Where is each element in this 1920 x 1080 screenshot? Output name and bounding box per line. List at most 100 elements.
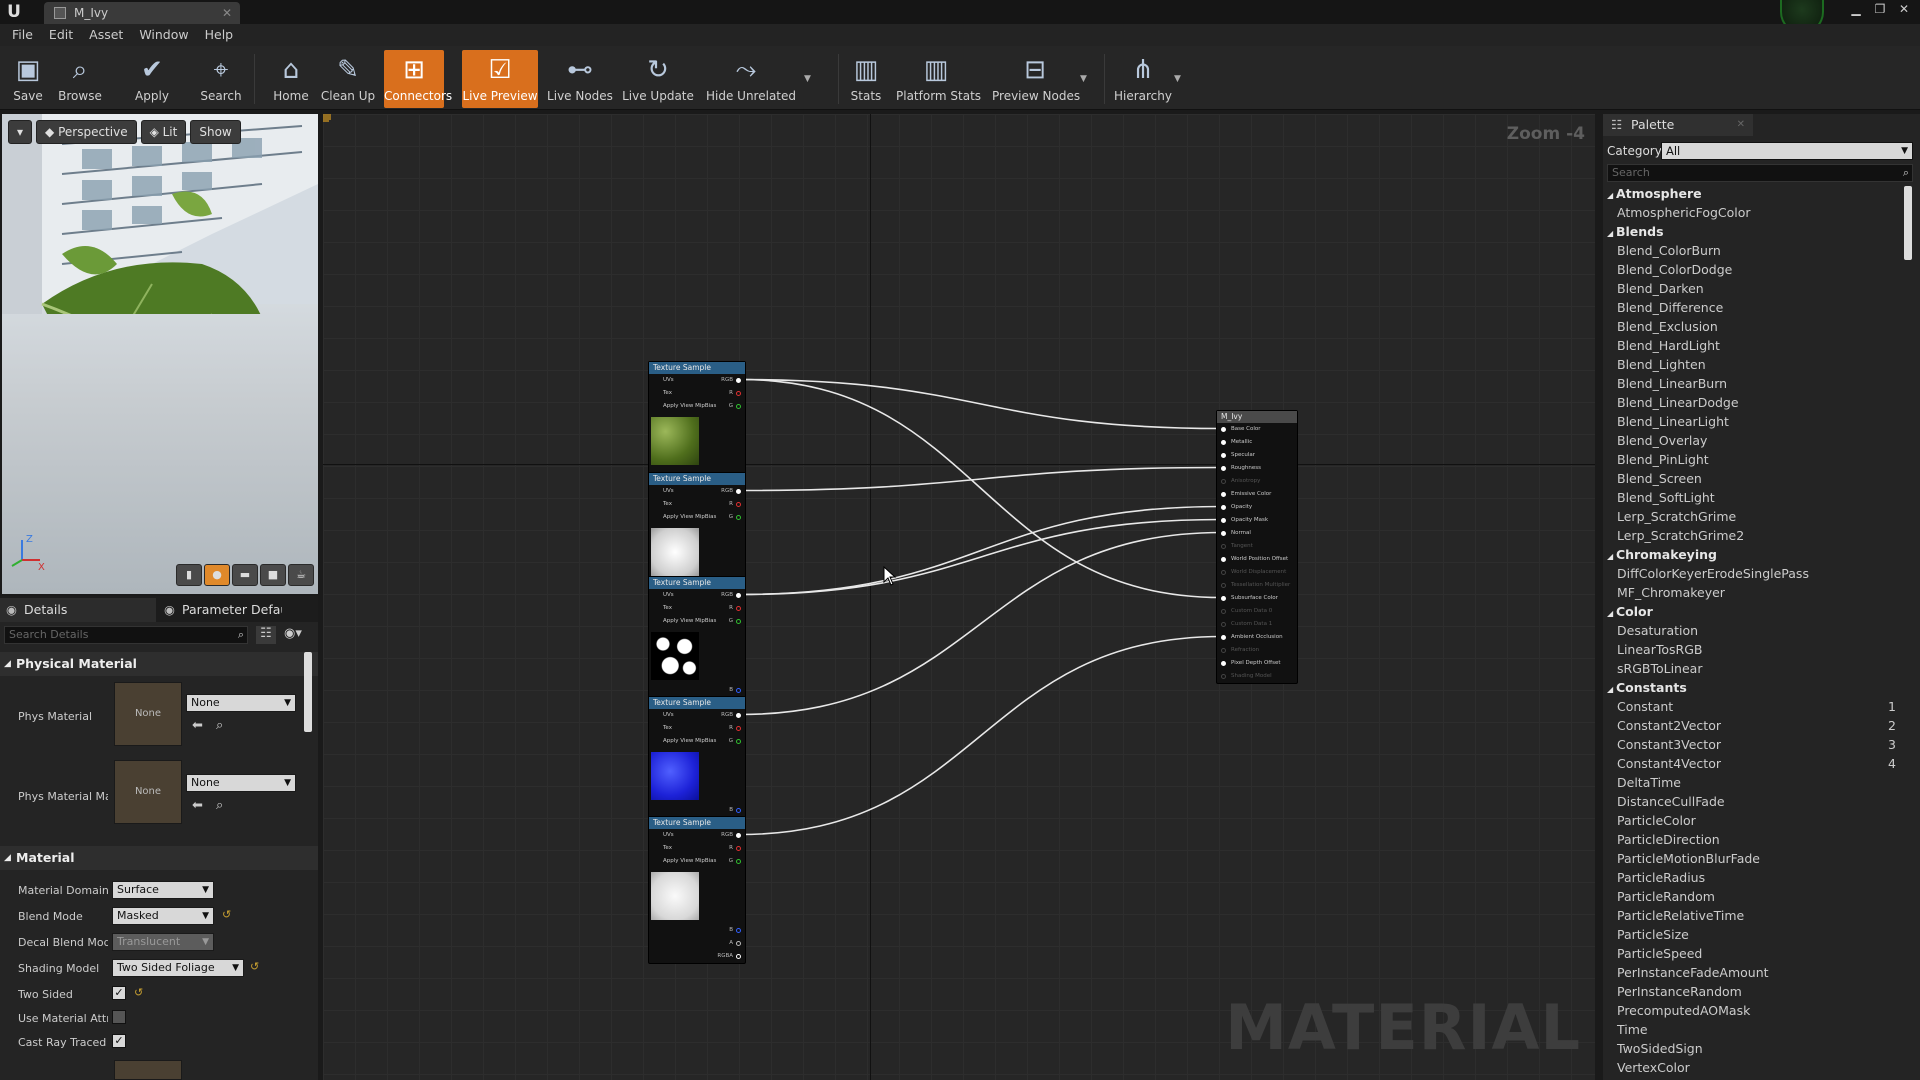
decal-blend-mode-combo[interactable]: Translucent ▼: [112, 933, 214, 951]
node-wire[interactable]: [739, 466, 1223, 492]
palette-item[interactable]: Blend_SoftLight: [1603, 488, 1908, 507]
palette-category[interactable]: ◢ Chromakeying: [1603, 545, 1908, 564]
material-input-pin[interactable]: World Displacement: [1217, 566, 1297, 579]
save-button[interactable]: ▣ Save: [10, 50, 46, 108]
output-pin-icon[interactable]: [736, 378, 741, 383]
node-pin[interactable]: Apply View MipBias G: [649, 735, 745, 748]
cylinder-preview-icon[interactable]: ▮: [176, 564, 202, 586]
node-pin[interactable]: Tex R: [649, 842, 745, 855]
plane-preview-icon[interactable]: ▬: [232, 564, 258, 586]
reset-to-default-icon[interactable]: ↺: [222, 908, 231, 921]
phys-material-mask-combo[interactable]: None ▼: [186, 774, 296, 792]
live-update-button[interactable]: ↻ Live Update: [620, 50, 696, 108]
phys-material-thumbnail[interactable]: None: [114, 682, 182, 746]
input-pin-icon[interactable]: [1221, 492, 1226, 497]
material-input-pin[interactable]: Base Color: [1217, 423, 1297, 436]
palette-item[interactable]: ParticleSize: [1603, 925, 1908, 944]
palette-item[interactable]: Blend_Difference: [1603, 298, 1908, 317]
input-pin-icon[interactable]: [1221, 596, 1226, 601]
input-pin-icon[interactable]: [1221, 661, 1226, 666]
material-input-pin[interactable]: Custom Data 0: [1217, 605, 1297, 618]
node-pin[interactable]: UVs RGB: [649, 589, 745, 602]
connectors-button[interactable]: ⊞ Connectors: [384, 50, 452, 108]
hierarchy-dropdown-icon[interactable]: ▼: [1174, 74, 1181, 84]
node-pin[interactable]: Apply View MipBias G: [649, 615, 745, 628]
input-pin-icon[interactable]: [1221, 479, 1226, 484]
palette-category[interactable]: ◢ Constants: [1603, 678, 1908, 697]
material-input-pin[interactable]: Custom Data 1: [1217, 618, 1297, 631]
node-pin[interactable]: UVs RGB: [649, 709, 745, 722]
menu-item-file[interactable]: File: [4, 24, 41, 46]
material-input-pin[interactable]: Pixel Depth Offset: [1217, 657, 1297, 670]
input-pin-icon[interactable]: [1221, 427, 1226, 432]
palette-category[interactable]: ◢ Atmosphere: [1603, 184, 1908, 203]
output-pin-icon[interactable]: [736, 391, 741, 396]
material-input-pin[interactable]: Subsurface Color: [1217, 592, 1297, 605]
palette-item[interactable]: Blend_Darken: [1603, 279, 1908, 298]
palette-item[interactable]: Constant3Vector 3: [1603, 735, 1908, 754]
category-combo[interactable]: All ▼: [1661, 142, 1913, 160]
browse-asset-icon[interactable]: ⌕: [216, 718, 223, 733]
stats-button[interactable]: ▥ Stats: [846, 50, 886, 108]
node-pin[interactable]: Tex R: [649, 602, 745, 615]
material-input-pin[interactable]: Tessellation Multiplier: [1217, 579, 1297, 592]
palette-item[interactable]: ParticleRelativeTime: [1603, 906, 1908, 925]
material-domain-combo[interactable]: Surface ▼: [112, 881, 214, 899]
material-input-pin[interactable]: Shading Model: [1217, 670, 1297, 683]
menu-item-help[interactable]: Help: [197, 24, 242, 46]
search-button[interactable]: ⌖ Search: [198, 50, 244, 108]
palette-item[interactable]: AtmosphericFogColor: [1603, 203, 1908, 222]
details-search-input[interactable]: Search Details ⌕: [4, 626, 248, 644]
preview-nodes-button[interactable]: ⊟ Preview Nodes: [992, 50, 1080, 108]
viewport-menu-button[interactable]: ▾: [8, 120, 33, 144]
teapot-preview-icon[interactable]: ☕: [288, 564, 314, 586]
node-wire[interactable]: [739, 378, 1223, 599]
menu-item-window[interactable]: Window: [131, 24, 196, 46]
material-input-pin[interactable]: Opacity Mask: [1217, 514, 1297, 527]
palette-item[interactable]: Blend_LinearLight: [1603, 412, 1908, 431]
palette-item[interactable]: Blend_LinearDodge: [1603, 393, 1908, 412]
palette-search-input[interactable]: Search ⌕: [1607, 164, 1913, 182]
document-tab[interactable]: M_Ivy ✕: [44, 2, 240, 24]
home-button[interactable]: ⌂ Home: [270, 50, 312, 108]
output-pin-icon[interactable]: [736, 502, 741, 507]
palette-item[interactable]: PrecomputedAOMask: [1603, 1001, 1908, 1020]
details-scrollbar[interactable]: [304, 652, 312, 732]
palette-item[interactable]: DiffColorKeyerErodeSinglePass: [1603, 564, 1908, 583]
palette-item[interactable]: ParticleColor: [1603, 811, 1908, 830]
node-wire[interactable]: [739, 518, 1223, 596]
output-pin-icon[interactable]: [736, 833, 741, 838]
apply-button[interactable]: ✔ Apply: [126, 50, 178, 108]
blend-mode-combo[interactable]: Masked ▼: [112, 907, 214, 925]
input-pin-icon[interactable]: [1221, 531, 1226, 536]
palette-item[interactable]: Blend_Exclusion: [1603, 317, 1908, 336]
tab-details[interactable]: ◉ Details: [0, 598, 156, 622]
palette-item[interactable]: Blend_PinLight: [1603, 450, 1908, 469]
use-selected-arrow-icon[interactable]: ⬅: [192, 798, 203, 813]
input-pin-icon[interactable]: [1221, 674, 1226, 679]
phys-material-combo[interactable]: None ▼: [186, 694, 296, 712]
palette-item[interactable]: Blend_LinearBurn: [1603, 374, 1908, 393]
input-pin-icon[interactable]: [1221, 570, 1226, 575]
output-pin-icon[interactable]: [736, 515, 741, 520]
next-property-thumbnail[interactable]: [114, 1060, 182, 1080]
material-input-pin[interactable]: Roughness: [1217, 462, 1297, 475]
palette-category[interactable]: ◢ Color: [1603, 602, 1908, 621]
node-pin[interactable]: RGBA: [649, 950, 745, 963]
palette-item[interactable]: Blend_ColorBurn: [1603, 241, 1908, 260]
input-pin-icon[interactable]: [1221, 557, 1226, 562]
palette-item[interactable]: ParticleRadius: [1603, 868, 1908, 887]
input-pin-icon[interactable]: [1221, 635, 1226, 640]
show-button[interactable]: Show: [190, 120, 241, 144]
node-wire[interactable]: [739, 531, 1223, 716]
palette-item[interactable]: VertexColor: [1603, 1058, 1908, 1077]
live-nodes-button[interactable]: ⊷ Live Nodes: [546, 50, 614, 108]
reset-to-default-icon[interactable]: ↺: [250, 960, 259, 973]
palette-item[interactable]: TwoSidedSign: [1603, 1039, 1908, 1058]
output-pin-icon[interactable]: [736, 859, 741, 864]
browse-asset-icon[interactable]: ⌕: [216, 798, 223, 813]
cast-ray-traced-shadows-checkbox[interactable]: ✓: [112, 1034, 126, 1048]
eye-icon[interactable]: ◉▾: [284, 626, 302, 641]
hide-unrelated-button[interactable]: ⤳ Hide Unrelated: [706, 50, 796, 108]
hierarchy-button[interactable]: ⋔ Hierarchy: [1112, 50, 1174, 108]
